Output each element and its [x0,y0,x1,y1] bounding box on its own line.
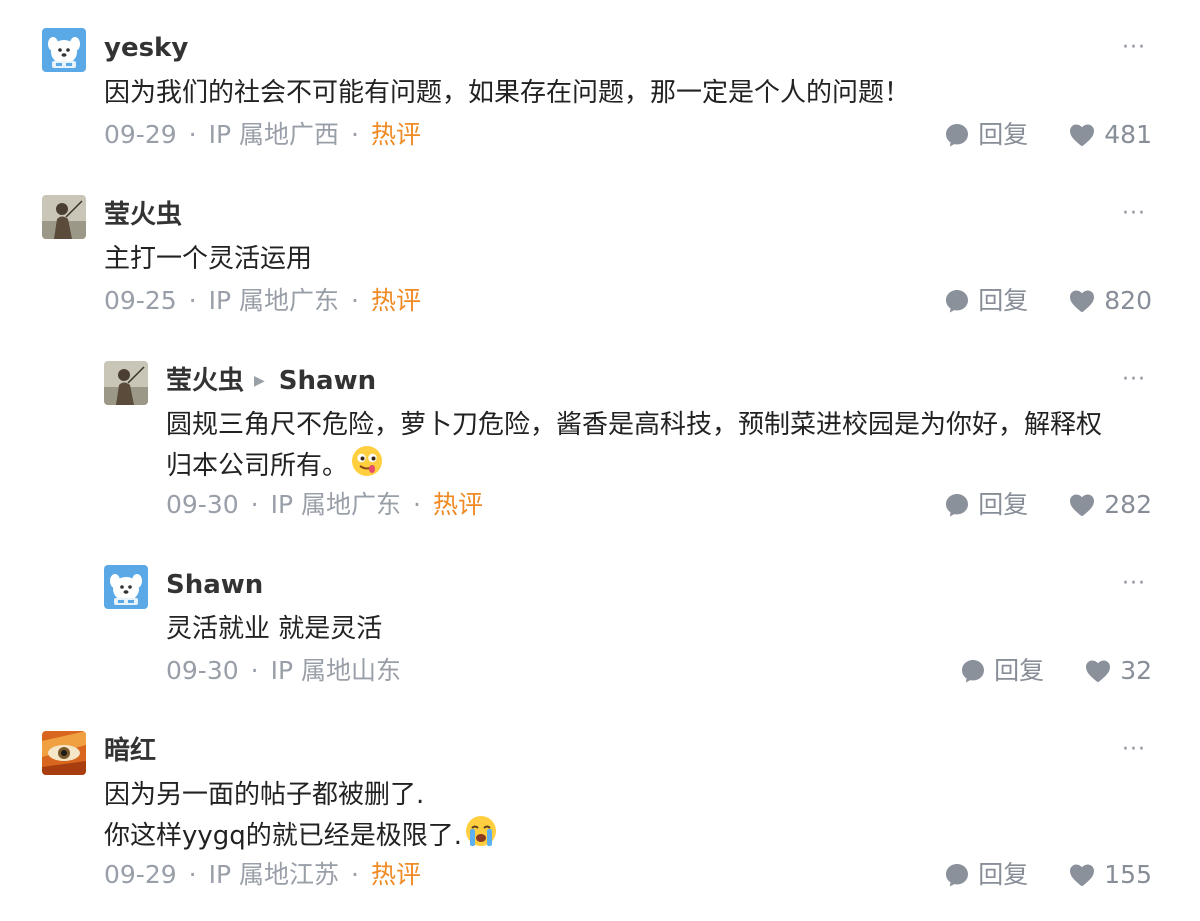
comment-date: 09-25 [104,286,177,315]
separator: · [250,490,259,519]
comment-text: 因为我们的社会不可能有问题，如果存在问题，那一定是个人的问题！ [104,78,911,108]
comment-date: 09-29 [104,120,177,149]
hot-comment-badge: 热评 [432,490,483,519]
reply-button[interactable]: 回复 [944,285,1028,317]
comment-actions: 回复 282 [944,489,1152,521]
avatar[interactable] [42,28,86,72]
reply-button[interactable]: 回复 [960,655,1044,687]
comment-meta: 09-29 · IP 属地广西 · 热评 [104,119,421,151]
reply-button[interactable]: 回复 [944,119,1028,151]
comment-actions: 回复 155 [944,859,1152,891]
like-button[interactable]: 481 [1068,119,1152,151]
reply-button[interactable]: 回复 [944,859,1028,891]
comment-date: 09-29 [104,860,177,889]
separator: · [250,656,259,685]
reply-button[interactable]: 回复 [944,489,1028,521]
heart-icon [1084,658,1112,684]
like-count: 481 [1104,120,1152,149]
separator: · [351,860,359,889]
username[interactable]: 莹火虫 ▶ Shawn [166,364,376,398]
ip-location: IP 属地江苏 [208,860,340,889]
like-button[interactable]: 282 [1068,489,1152,521]
heart-icon [1068,492,1096,518]
reply-target-username[interactable]: Shawn [279,366,376,396]
more-options-button[interactable]: ··· [1122,573,1146,595]
drooling-face-emoji-icon [350,444,384,489]
more-options-button[interactable]: ··· [1122,369,1146,391]
like-button[interactable]: 155 [1068,859,1152,891]
like-button[interactable]: 32 [1084,655,1152,687]
ip-location: IP 属地广东 [208,286,340,315]
username[interactable]: 暗红 [104,734,156,768]
more-options-button[interactable]: ··· [1122,203,1146,225]
crying-face-emoji-icon [464,814,498,859]
comment-bubble-icon [944,862,970,888]
comment-actions: 回复 481 [944,119,1152,151]
comment-actions: 回复 820 [944,285,1152,317]
dog-avatar-icon [42,28,86,72]
separator: · [188,286,197,315]
comment-bubble-icon [944,492,970,518]
more-options-button[interactable]: ··· [1122,37,1146,59]
avatar[interactable] [42,195,86,239]
comment-text: 圆规三角尺不危险，萝卜刀危险，酱香是高科技，预制菜进校园是为你好，解释权 归本公… [166,406,1156,489]
ip-location: IP 属地山东 [270,656,402,685]
comment-date: 09-30 [166,490,239,519]
avatar[interactable] [42,731,86,775]
username[interactable]: 莹火虫 [104,198,182,232]
comment-bubble-icon [944,288,970,314]
dog-avatar-icon [104,565,148,609]
comment-text: 因为另一面的帖子都被删了. 你这样yygq的就已经是极限了. [104,776,1104,859]
ip-location: IP 属地广西 [208,120,340,149]
person-avatar-icon [104,361,148,405]
comment-actions: 回复 32 [960,655,1152,687]
username[interactable]: Shawn [166,568,263,602]
like-count: 820 [1104,286,1152,315]
like-count: 282 [1104,490,1152,519]
comment-bubble-icon [944,122,970,148]
comment-meta: 09-25 · IP 属地广东 · 热评 [104,285,421,317]
comment-text: 灵活就业 就是灵活 [166,614,383,644]
ip-location: IP 属地广东 [270,490,402,519]
comment-meta: 09-30 · IP 属地广东 · 热评 [166,489,483,521]
comment-text: 主打一个灵活运用 [104,244,313,274]
hot-comment-badge: 热评 [370,860,421,889]
hot-comment-badge: 热评 [370,286,421,315]
comment-date: 09-30 [166,656,239,685]
heart-icon [1068,122,1096,148]
like-count: 155 [1104,860,1152,889]
separator: · [188,120,197,149]
comment-meta: 09-30 · IP 属地山东 [166,655,401,687]
username[interactable]: yesky [104,31,188,65]
like-button[interactable]: 820 [1068,285,1152,317]
separator: · [188,860,197,889]
heart-icon [1068,288,1096,314]
comment-meta: 09-29 · IP 属地江苏 · 热评 [104,859,421,891]
separator: · [351,120,359,149]
eye-avatar-icon [42,731,86,775]
reply-arrow-icon: ▶ [254,373,265,389]
like-count: 32 [1120,656,1152,685]
heart-icon [1068,862,1096,888]
comment-bubble-icon [960,658,986,684]
avatar[interactable] [104,565,148,609]
avatar[interactable] [104,361,148,405]
separator: · [413,490,421,519]
hot-comment-badge: 热评 [370,120,421,149]
separator: · [351,286,359,315]
more-options-button[interactable]: ··· [1122,739,1146,761]
person-avatar-icon [42,195,86,239]
